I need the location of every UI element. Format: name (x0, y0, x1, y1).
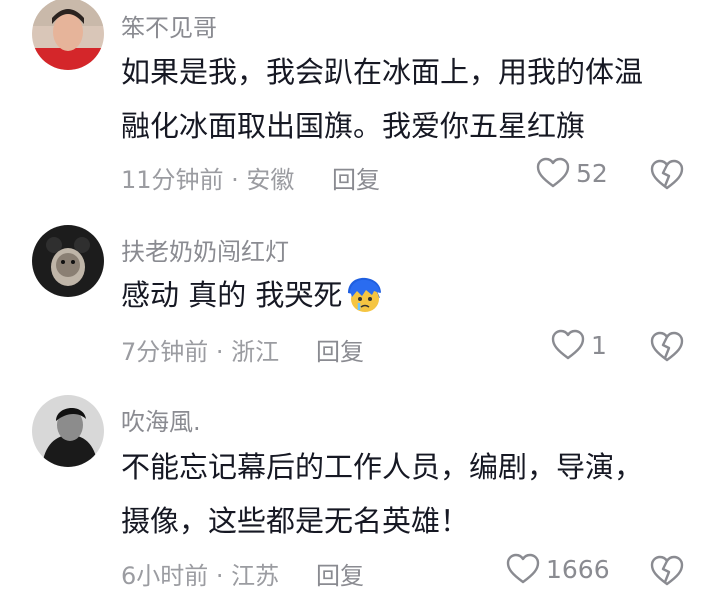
like-button[interactable]: 1666 (506, 553, 610, 585)
broken-heart-icon[interactable] (650, 330, 684, 364)
comment-text-line: 不能忘记幕后的工作人员，编剧，导演， (121, 450, 644, 484)
broken-heart-icon[interactable] (650, 158, 684, 192)
comment-username[interactable]: 扶老奶奶闯红灯 (121, 232, 289, 267)
user-avatar[interactable] (32, 225, 104, 297)
crying-emoji (348, 277, 382, 312)
reply-button[interactable]: 回复 (316, 332, 364, 367)
comment-item: 扶老奶奶闯红灯 感动 真的 我哭死 7分钟前 · 浙江 回复 1 (0, 225, 720, 375)
heart-icon (536, 157, 570, 188)
comment-text: 感动 真的 我哭死 (121, 268, 384, 322)
comment-meta: 7分钟前 · 浙江 (121, 338, 280, 366)
comment-item: 笨不见哥 如果是我，我会趴在冰面上，用我的体温 融化冰面取出国旗。我爱你五星红旗… (0, 0, 720, 200)
comment-text-line: 融化冰面取出国旗。我爱你五星红旗 (121, 109, 586, 143)
like-button[interactable]: 1 (551, 329, 607, 361)
heart-icon (551, 329, 585, 360)
like-count: 52 (576, 158, 608, 188)
comment-meta: 6小时前 · 江苏 (121, 562, 280, 590)
comment-meta: 11分钟前 · 安徽 (121, 166, 295, 194)
comment-text-line: 如果是我，我会趴在冰面上，用我的体温 (121, 55, 644, 89)
comment-text-line: 感动 真的 我哭死 (121, 278, 343, 312)
comment-item: 吹海風. 不能忘记幕后的工作人员，编剧，导演， 摄像，这些都是无名英雄！ 6小时… (0, 395, 720, 608)
user-avatar[interactable] (32, 395, 104, 467)
reply-button[interactable]: 回复 (316, 556, 364, 591)
broken-heart-icon[interactable] (650, 554, 684, 588)
heart-icon (506, 553, 540, 584)
comment-text-line: 摄像，这些都是无名英雄！ (121, 504, 470, 538)
comment-text: 不能忘记幕后的工作人员，编剧，导演， 摄像，这些都是无名英雄！ (121, 440, 643, 548)
comment-text: 如果是我，我会趴在冰面上，用我的体温 融化冰面取出国旗。我爱你五星红旗 (121, 45, 643, 153)
like-count: 1666 (546, 554, 610, 584)
like-button[interactable]: 52 (536, 157, 608, 189)
comment-username[interactable]: 笨不见哥 (121, 8, 217, 43)
comment-username[interactable]: 吹海風. (121, 402, 201, 437)
user-avatar[interactable] (32, 0, 104, 70)
like-count: 1 (591, 330, 607, 360)
reply-button[interactable]: 回复 (332, 160, 380, 195)
